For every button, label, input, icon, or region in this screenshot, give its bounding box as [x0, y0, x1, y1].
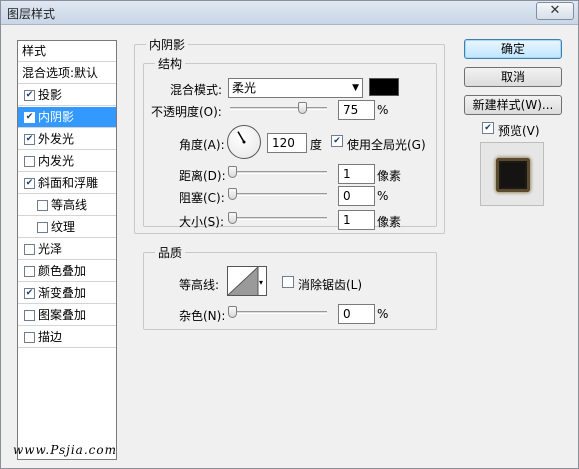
style-list-item[interactable]: 图案叠加 [18, 305, 116, 326]
style-list-label: 外发光 [38, 132, 75, 146]
angle-label: 角度(A): [179, 138, 225, 152]
noise-unit: % [377, 307, 389, 321]
blend-mode-label: 混合模式: [170, 83, 223, 97]
style-list-item[interactable]: 光泽 [18, 239, 116, 260]
style-list-item[interactable]: 纹理 [18, 217, 116, 238]
blend-mode-value: 柔光 [232, 81, 257, 95]
style-list-label: 描边 [38, 330, 63, 344]
cancel-button[interactable]: 取消 [464, 67, 562, 87]
opacity-slider-thumb[interactable] [297, 102, 307, 114]
style-list-item[interactable]: ✔ 外发光 [18, 129, 116, 150]
style-list-item[interactable]: ✔ 内阴影 [18, 107, 116, 128]
contour-curve-icon: ▾ [228, 267, 263, 295]
angle-unit: 度 [310, 138, 323, 152]
ok-button[interactable]: 确定 [464, 39, 562, 59]
style-checkbox[interactable]: ✔ [24, 178, 35, 189]
size-label: 大小(S): [179, 215, 225, 229]
watermark: www.Psjia.com [13, 443, 117, 457]
choke-label: 阻塞(C): [179, 191, 225, 205]
noise-input[interactable]: 0 [338, 304, 375, 324]
style-checkbox[interactable] [24, 266, 35, 277]
choke-unit: % [377, 189, 389, 203]
choke-slider-track[interactable] [230, 193, 327, 196]
style-checkbox[interactable] [24, 310, 35, 321]
layer-style-dialog: 图层样式 ✕ 样式 混合选项:默认 ✔ 投影 ✔ 内阴影 ✔ 外发光 内发光 ✔ 斜面和浮雕 等高线纹… [0, 0, 579, 469]
noise-slider-thumb[interactable] [228, 306, 237, 318]
style-checkbox[interactable] [24, 332, 35, 343]
style-list-item[interactable]: 描边 [18, 327, 116, 348]
style-list-label: 内发光 [38, 154, 75, 168]
anti-alias-label: 消除锯齿(L) [298, 278, 363, 292]
size-unit: 像素 [377, 215, 402, 229]
angle-input[interactable]: 120 [267, 133, 307, 153]
style-list-label: 投影 [38, 88, 63, 102]
style-list-label: 内阴影 [38, 110, 75, 124]
style-list-label: 混合选项:默认 [22, 66, 99, 80]
style-checkbox[interactable] [37, 222, 48, 233]
noise-slider-track[interactable] [230, 311, 327, 314]
style-checkbox[interactable]: ✔ [24, 134, 35, 145]
style-list-label: 斜面和浮雕 [38, 176, 99, 190]
opacity-slider-track[interactable] [230, 107, 327, 110]
style-list-label: 图案叠加 [38, 308, 87, 322]
contour-picker[interactable]: ▾ [227, 266, 267, 296]
shadow-color-swatch[interactable] [369, 78, 399, 96]
dropdown-arrow-icon: ▼ [352, 83, 359, 93]
preview-swatch [496, 158, 530, 192]
style-list-item[interactable]: 颜色叠加 [18, 261, 116, 282]
style-checkbox[interactable]: ✔ [24, 112, 35, 123]
anti-alias-checkbox[interactable] [282, 276, 294, 288]
size-input[interactable]: 1 [338, 210, 375, 230]
preview-label: 预览(V) [498, 124, 540, 138]
distance-input[interactable]: 1 [338, 164, 375, 184]
style-list-item[interactable]: 等高线 [18, 195, 116, 216]
use-global-light-checkbox[interactable]: ✔ [331, 135, 343, 147]
preview-checkbox[interactable]: ✔ [482, 122, 494, 134]
angle-needle-icon [237, 131, 246, 144]
style-list-label: 渐变叠加 [38, 286, 87, 300]
opacity-label: 不透明度(O): [151, 105, 222, 119]
style-list-label: 样式 [22, 44, 47, 58]
distance-label: 距离(D): [179, 169, 226, 183]
style-list-item[interactable]: ✔ 投影 [18, 85, 116, 106]
opacity-unit: % [377, 103, 389, 117]
structure-title: 结构 [155, 55, 186, 72]
style-list-label: 光泽 [38, 242, 63, 256]
style-list-label: 颜色叠加 [38, 264, 87, 278]
contour-label: 等高线: [179, 278, 220, 292]
noise-label: 杂色(N): [179, 309, 226, 323]
style-checkbox[interactable] [37, 200, 48, 211]
styles-list: 样式 混合选项:默认 ✔ 投影 ✔ 内阴影 ✔ 外发光 内发光 ✔ 斜面和浮雕 等高线 纹理 光泽 颜色叠加… [17, 40, 117, 460]
use-global-light-label: 使用全局光(G) [347, 138, 426, 152]
style-list-item[interactable]: 内发光 [18, 151, 116, 172]
opacity-input[interactable]: 75 [338, 100, 375, 120]
svg-text:▾: ▾ [259, 278, 263, 287]
style-preview [480, 142, 544, 206]
window-title: 图层样式 [7, 7, 56, 21]
angle-dial[interactable] [227, 125, 261, 159]
style-checkbox[interactable] [24, 156, 35, 167]
size-slider-thumb[interactable] [228, 212, 237, 224]
style-list-item[interactable]: 混合选项:默认 [18, 63, 116, 84]
style-list-label: 纹理 [51, 220, 76, 234]
style-list-label: 等高线 [51, 198, 88, 212]
close-button[interactable]: ✕ [536, 2, 574, 20]
blend-mode-select[interactable]: 柔光 ▼ [228, 78, 363, 98]
inner-shadow-title: 内阴影 [146, 36, 189, 53]
style-list-item[interactable]: ✔ 斜面和浮雕 [18, 173, 116, 194]
new-style-button[interactable]: 新建样式(W)... [464, 95, 562, 115]
distance-unit: 像素 [377, 169, 402, 183]
distance-slider-track[interactable] [230, 171, 327, 174]
title-bar: 图层样式 ✕ [1, 1, 578, 25]
distance-slider-thumb[interactable] [228, 166, 237, 178]
style-list-item[interactable]: 样式 [18, 41, 116, 62]
size-slider-track[interactable] [230, 217, 327, 220]
quality-title: 品质 [155, 244, 186, 261]
choke-slider-thumb[interactable] [228, 188, 237, 200]
style-list-item[interactable]: ✔ 渐变叠加 [18, 283, 116, 304]
style-checkbox[interactable] [24, 244, 35, 255]
choke-input[interactable]: 0 [338, 186, 375, 206]
style-checkbox[interactable]: ✔ [24, 288, 35, 299]
style-checkbox[interactable]: ✔ [24, 90, 35, 101]
